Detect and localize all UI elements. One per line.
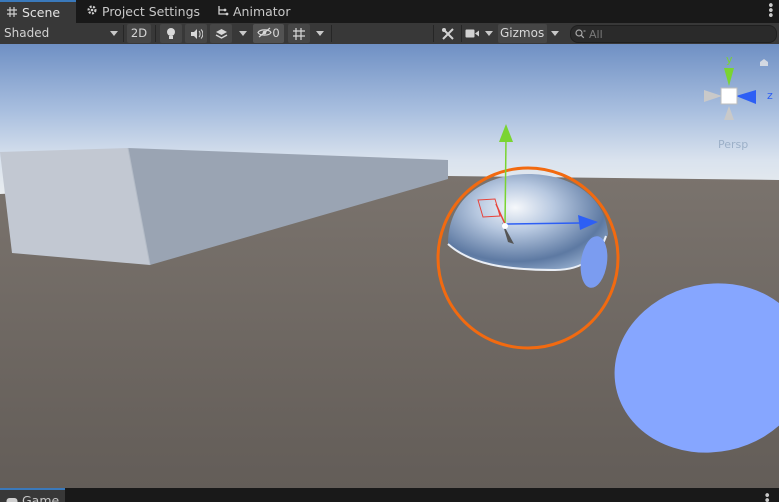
scene-search-box: [570, 25, 777, 43]
shading-mode-dropdown[interactable]: Shaded: [4, 24, 118, 43]
grid-icon: [293, 28, 305, 40]
toggle-2d-label: 2D: [130, 26, 148, 40]
toolbar-divider: [331, 25, 332, 42]
gizmos-label: Gizmos: [500, 26, 545, 40]
tab-game-label: Game: [22, 493, 60, 502]
tools-button[interactable]: [438, 24, 458, 43]
bottom-tab-bar: Game • •: [0, 488, 779, 502]
cube-front-face: [0, 148, 150, 265]
gizmos-dropdown[interactable]: [548, 24, 562, 43]
chevron-down-icon: [551, 31, 559, 36]
scene-viewport[interactable]: y z Persp: [0, 44, 779, 488]
layers-icon: [215, 29, 227, 39]
projection-label[interactable]: Persp: [718, 138, 748, 151]
scene-toolbar: Shaded 2D 0 Gizmos: [0, 23, 779, 45]
lighting-toggle-button[interactable]: [160, 24, 182, 43]
chevron-down-icon: [316, 31, 324, 36]
hidden-count: 0: [272, 26, 280, 40]
video-camera-icon: [465, 29, 479, 38]
axis-z-line: [504, 222, 581, 225]
chevron-down-icon: [110, 31, 118, 36]
camera-settings-button[interactable]: [465, 24, 481, 43]
chevron-down-icon: [485, 31, 493, 36]
crossed-tools-icon: [442, 28, 454, 40]
light-bulb-icon: [167, 28, 175, 39]
editor-tab-bar: Scene Project Settings Animator • • •: [0, 0, 779, 23]
animator-icon: [217, 0, 229, 24]
toggle-2d-button[interactable]: 2D: [127, 24, 151, 43]
toolbar-divider: [461, 25, 462, 42]
hash-grid-icon: [6, 2, 18, 24]
more-options-icon[interactable]: • • •: [767, 0, 775, 23]
hidden-objects-toggle[interactable]: 0: [253, 24, 284, 43]
tab-game[interactable]: Game: [0, 488, 66, 502]
toolbar-divider: [155, 25, 156, 42]
axis-y-line: [504, 137, 507, 228]
chevron-down-icon: [239, 31, 247, 36]
gizmo-y-label: y: [726, 53, 733, 66]
search-icon: [575, 29, 586, 39]
speaker-icon: [190, 29, 203, 39]
tab-animator-label: Animator: [233, 4, 291, 19]
audio-toggle-button[interactable]: [185, 24, 207, 43]
grid-dropdown[interactable]: [313, 24, 327, 43]
tab-scene[interactable]: Scene: [0, 0, 76, 23]
pivot-point: [502, 223, 508, 229]
more-options-icon[interactable]: • •: [763, 490, 771, 502]
toolbar-divider: [123, 25, 124, 42]
search-input[interactable]: [589, 26, 769, 42]
tab-animator[interactable]: Animator: [211, 0, 296, 23]
gizmo-z-label: z: [767, 89, 773, 102]
tab-project-settings-label: Project Settings: [102, 4, 201, 19]
toolbar-divider: [433, 25, 434, 42]
effects-toggle-button[interactable]: [210, 24, 232, 43]
eye-slash-icon: [257, 27, 273, 38]
effects-dropdown[interactable]: [236, 24, 250, 43]
gizmos-toggle-button[interactable]: Gizmos: [498, 24, 547, 43]
grid-toggle-button[interactable]: [288, 24, 310, 43]
camera-settings-dropdown[interactable]: [483, 24, 495, 43]
shading-mode-value: Shaded: [4, 26, 50, 40]
gear-icon: [86, 0, 98, 24]
tab-project-settings[interactable]: Project Settings: [80, 0, 206, 23]
tab-scene-label: Scene: [22, 5, 61, 20]
gamepad-icon: [6, 490, 18, 502]
scene-render[interactable]: [0, 44, 779, 488]
